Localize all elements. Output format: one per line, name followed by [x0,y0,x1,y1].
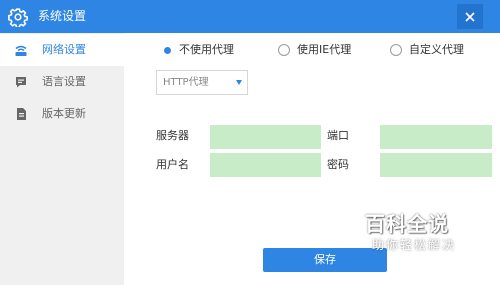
username-label: 用户名 [156,158,189,171]
proxy-type-value: HTTP代理 [163,77,209,88]
document-icon [17,108,26,120]
port-label: 端口 [327,129,349,142]
radio-ie-proxy[interactable]: 使用IE代理 [278,43,351,57]
radio-label: 不使用代理 [179,43,234,56]
server-label: 服务器 [156,129,189,142]
radio-label: 自定义代理 [409,43,464,56]
title-bar: 系统设置 [0,0,500,33]
username-input[interactable] [210,153,321,177]
radio-circle [390,44,402,56]
password-input[interactable] [380,153,492,177]
close-icon [465,11,475,22]
watermark-subtitle: 助你轻松解决 [372,238,457,252]
close-button[interactable] [457,4,483,29]
window-title: 系统设置 [38,9,87,23]
radio-circle [278,44,290,56]
chat-icon [16,77,26,88]
proxy-type-select[interactable]: HTTP代理 [156,70,248,95]
radio-custom-proxy[interactable]: 自定义代理 [390,43,464,57]
gear-icon [8,8,28,27]
server-input[interactable] [210,125,321,149]
watermark-title: 百科全说 [365,212,449,236]
sidebar-item-label: 语言设置 [42,75,86,88]
network-icon [15,45,27,56]
sidebar-item-network-settings[interactable]: 网络设置 [0,34,124,66]
sidebar-item-label: 网络设置 [42,43,86,56]
radio-label: 使用IE代理 [297,43,352,56]
password-label: 密码 [327,158,349,171]
sidebar-item-language-settings[interactable]: 语言设置 [0,66,124,98]
radio-no-proxy[interactable]: 不使用代理 [160,43,234,57]
sidebar-item-label: 版本更新 [42,107,86,120]
dropdown-arrow-icon [236,80,242,85]
radio-selected-dot [164,46,171,54]
port-input[interactable] [380,125,492,149]
save-button[interactable]: 保存 [263,248,387,272]
sidebar: 网络设置 语言设置 版本更新 [0,33,124,285]
sidebar-item-version-update[interactable]: 版本更新 [0,98,124,130]
